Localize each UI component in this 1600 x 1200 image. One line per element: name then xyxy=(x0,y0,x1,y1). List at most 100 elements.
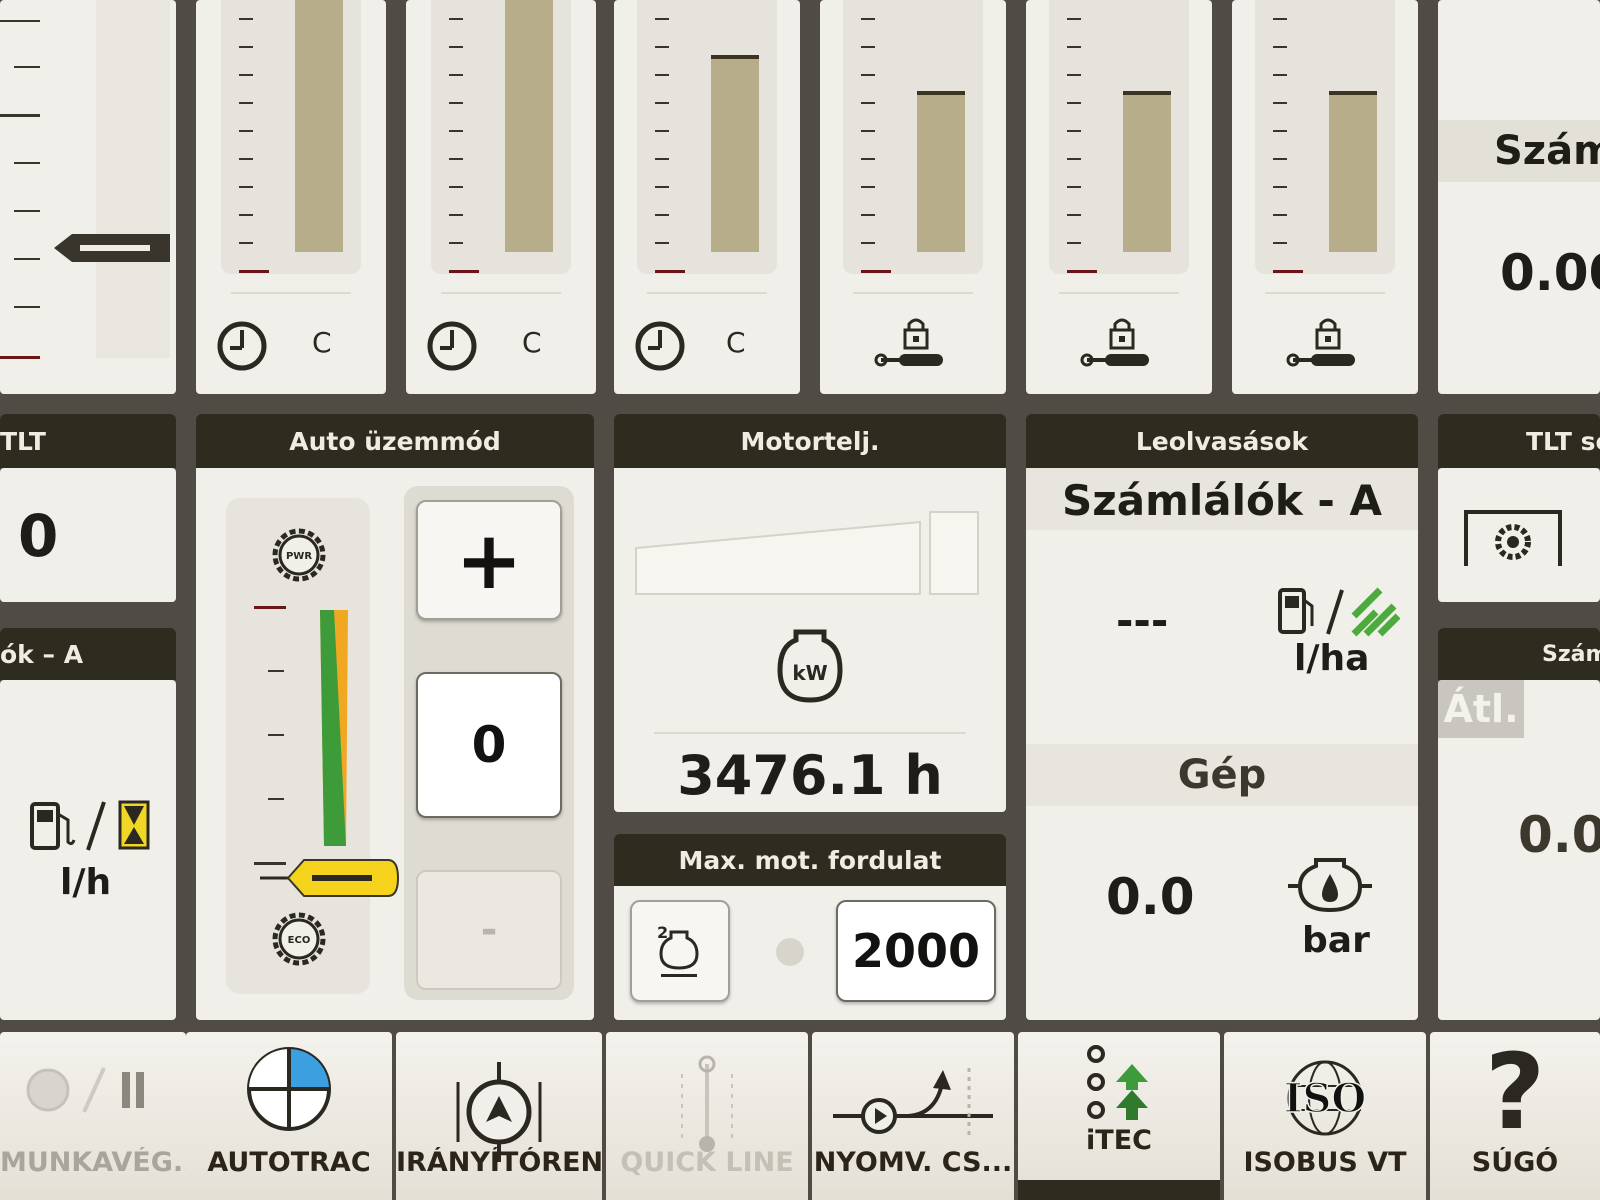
timer-icon[interactable] xyxy=(214,318,270,374)
separator xyxy=(654,732,966,734)
tlt-settings-header-label: TLT se xyxy=(1526,426,1600,456)
tlt-value-panel[interactable]: 0 xyxy=(0,468,176,602)
tlt-value: 0 xyxy=(18,502,59,570)
decrease-button[interactable]: - xyxy=(416,870,562,990)
mode-slider-handle[interactable] xyxy=(260,854,400,904)
scale-tick xyxy=(449,18,463,20)
scale-tick xyxy=(449,46,463,48)
engine-power-header: Motortelj. xyxy=(614,414,1006,468)
engine-kw-icon: kW xyxy=(777,629,843,703)
eco-gear-icon: ECO xyxy=(272,912,326,966)
dock-track-switch[interactable]: NYOMV. CS... xyxy=(812,1032,1014,1200)
average-panel[interactable]: Átl. 0.0 xyxy=(1438,680,1600,1020)
fuel-rate-panel[interactable]: l/h xyxy=(0,680,176,1020)
scale-tick xyxy=(1273,46,1287,48)
scale-tick xyxy=(239,242,253,244)
scale-tick xyxy=(1273,242,1287,244)
status-indicator xyxy=(776,938,804,966)
timer-icon[interactable] xyxy=(424,318,480,374)
average-value: 0.0 xyxy=(1518,806,1600,864)
scale-tick xyxy=(449,242,463,244)
dock-quick-line[interactable]: QUICK LINE xyxy=(606,1032,808,1200)
tlt-settings-panel[interactable] xyxy=(1438,468,1600,602)
lock-hose-icon[interactable] xyxy=(1285,316,1365,376)
auto-mode-header-label: Auto üzemmód xyxy=(289,426,501,456)
hitch-slider-panel[interactable] xyxy=(0,0,176,394)
separator xyxy=(1059,292,1179,294)
scale-tick xyxy=(14,162,40,164)
scale-tick xyxy=(239,158,253,160)
scale-tick xyxy=(861,158,875,160)
dash-value: --- xyxy=(1116,596,1169,645)
scale-tick xyxy=(1273,102,1287,104)
mode-letter: C xyxy=(522,326,542,359)
scale-tick xyxy=(1273,186,1287,188)
pressure-unit: bar xyxy=(1302,920,1370,961)
dock-help[interactable]: ? SÚGÓ xyxy=(1430,1032,1600,1200)
remote-valve-panel-4[interactable] xyxy=(820,0,1006,394)
scale-tick xyxy=(1067,242,1081,244)
settings-gear-icon[interactable] xyxy=(1462,508,1564,570)
counters-header-right-label: Szám xyxy=(1542,641,1600,667)
scale-tick xyxy=(655,130,669,132)
increase-button[interactable]: + xyxy=(416,500,562,620)
separator xyxy=(231,292,351,294)
scale-tick xyxy=(1273,18,1287,20)
valve-flow-fill[interactable] xyxy=(295,0,343,252)
scale-tick xyxy=(1067,158,1081,160)
dock-quick-line-label: QUICK LINE xyxy=(620,1147,794,1178)
dock-autotrac[interactable]: AUTOTRAC xyxy=(186,1032,392,1200)
readings-header: Leolvasások xyxy=(1026,414,1418,468)
remote-valve-panel-3[interactable]: C xyxy=(614,0,800,394)
dock-guidance-label: IRÁNYÍTÓREND xyxy=(396,1147,602,1178)
valve-flow-fill[interactable] xyxy=(505,0,553,252)
separator xyxy=(1265,292,1385,294)
readings-panel[interactable]: Számlálók - A --- l/ha Gép 0.0 bar xyxy=(1026,468,1418,1020)
dock-isobus[interactable]: ISO ISOBUS VT xyxy=(1224,1032,1426,1200)
auto-mode-header: Auto üzemmód xyxy=(196,414,594,468)
itec-icon xyxy=(1087,1045,1148,1120)
lock-hose-icon[interactable] xyxy=(1079,316,1159,376)
dock-work-end[interactable]: MUNKAVÉG... xyxy=(0,1032,186,1200)
scale-tick xyxy=(861,130,875,132)
track-switch-icon xyxy=(833,1068,993,1138)
scale-tick xyxy=(1273,74,1287,76)
dock-itec[interactable]: iTEC xyxy=(1018,1032,1220,1200)
lock-hose-icon[interactable] xyxy=(873,316,953,376)
scale-tick xyxy=(1067,214,1081,216)
timer-icon[interactable] xyxy=(632,318,688,374)
scale-tick xyxy=(1067,74,1081,76)
scale-tick xyxy=(239,270,269,273)
scale-tick xyxy=(14,210,40,212)
scale-tick xyxy=(449,270,479,273)
eco-label: ECO xyxy=(288,935,311,946)
scale-tick xyxy=(1273,130,1287,132)
remote-valve-panel-6[interactable] xyxy=(1232,0,1418,394)
max-rpm-value[interactable]: 2000 xyxy=(836,900,996,1002)
scale-tick xyxy=(1067,102,1081,104)
scale-tick xyxy=(861,74,875,76)
hitch-position-pointer[interactable] xyxy=(54,234,170,262)
remote-valve-panel-5[interactable] xyxy=(1026,0,1212,394)
kw-label: kW xyxy=(792,661,827,685)
remote-valve-panel-1[interactable]: C xyxy=(196,0,386,394)
tlt-header: TLT xyxy=(0,414,176,468)
engine-power-panel[interactable]: kW 3476.1 h xyxy=(614,468,1006,812)
scale-tick xyxy=(239,46,253,48)
auto-mode-value[interactable]: 0 xyxy=(416,672,562,818)
valve-flow-fill[interactable] xyxy=(917,91,965,252)
scale-tick xyxy=(449,158,463,160)
fuel-per-area-unit: l/ha xyxy=(1294,638,1370,679)
dock-guidance[interactable]: IRÁNYÍTÓREND xyxy=(396,1032,602,1200)
valve-flow-fill[interactable] xyxy=(1329,91,1377,252)
valve-flow-fill[interactable] xyxy=(711,55,759,252)
rpm-mode-button[interactable]: 2 xyxy=(630,900,730,1002)
dock-itec-label: iTEC xyxy=(1086,1125,1152,1156)
remote-valve-panel-2[interactable]: C xyxy=(406,0,596,394)
quick-line-icon xyxy=(681,1055,733,1152)
scale-tick xyxy=(861,18,875,20)
valve-flow-fill[interactable] xyxy=(1123,91,1171,252)
scale-tick xyxy=(655,214,669,216)
dock-isobus-label: ISOBUS VT xyxy=(1243,1147,1407,1178)
separator xyxy=(647,292,767,294)
